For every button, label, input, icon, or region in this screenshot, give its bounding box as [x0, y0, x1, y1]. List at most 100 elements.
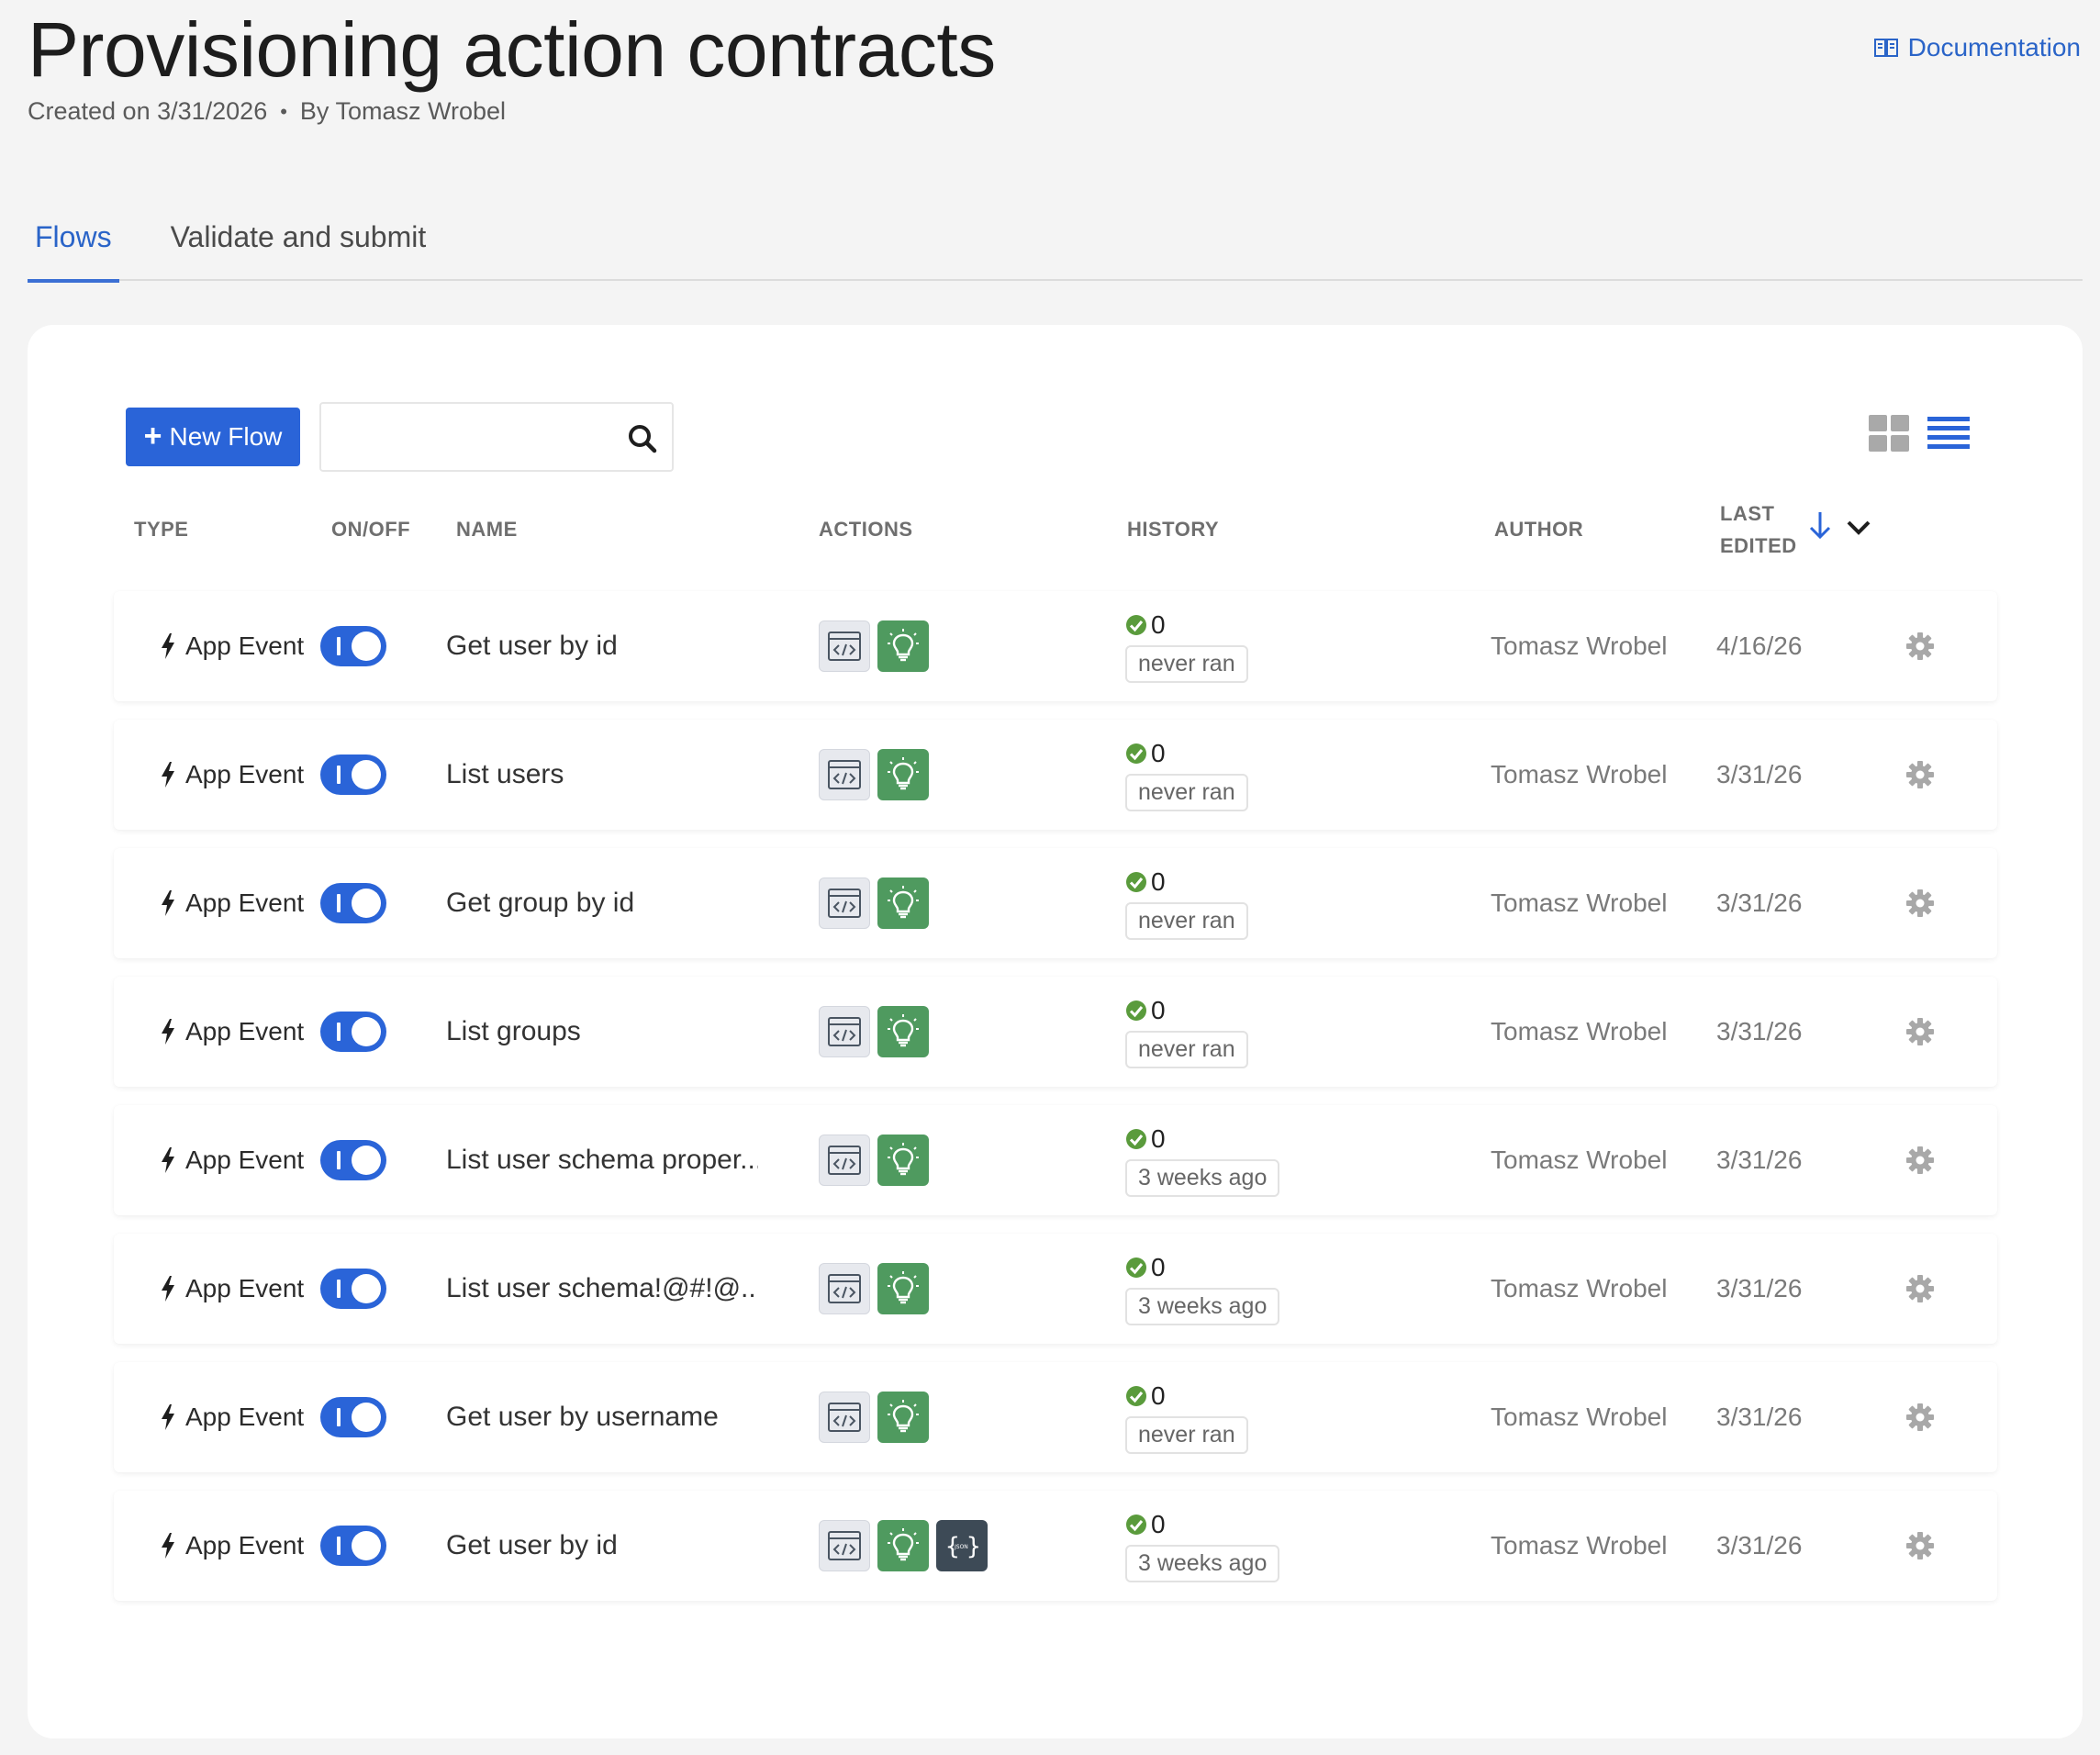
sort-descending-icon[interactable] — [1806, 509, 1834, 542]
flow-author: Tomasz Wrobel — [1491, 1017, 1668, 1045]
gear-icon[interactable] — [1905, 1146, 1935, 1175]
flow-last-edited: 3/31/26 — [1716, 1146, 1803, 1174]
flow-enabled-toggle[interactable] — [320, 883, 386, 923]
code-action-button[interactable] — [819, 749, 870, 800]
tab-validate-and-submit[interactable]: Validate and submit — [163, 193, 434, 281]
plus-icon: + — [143, 418, 162, 453]
toggle-on-mark — [337, 1280, 341, 1298]
gear-icon[interactable] — [1905, 889, 1935, 918]
bolt-icon — [162, 1404, 174, 1430]
table-row[interactable]: App Event Get user by username 0 never ran T… — [114, 1362, 1997, 1472]
flow-enabled-toggle[interactable] — [320, 1140, 386, 1180]
tab-flows[interactable]: Flows — [28, 193, 119, 283]
toggle-cell — [320, 591, 386, 701]
flow-name[interactable]: Get user by username — [446, 1362, 719, 1472]
toggle-cell — [320, 977, 386, 1087]
tab-bar: Flows Validate and submit — [28, 193, 2083, 283]
table-row[interactable]: App Event List user schema!@#!@... 0 3 week… — [114, 1234, 1997, 1344]
flow-enabled-toggle[interactable] — [320, 1269, 386, 1309]
flow-type-label: App Event — [185, 1531, 305, 1559]
lightbulb-action-button[interactable] — [877, 620, 929, 672]
check-circle-icon — [1126, 743, 1146, 764]
flow-name[interactable]: List user schema!@#!@... — [446, 1234, 758, 1344]
column-header-name[interactable]: NAME — [456, 518, 518, 542]
flow-history: 0 never ran — [1125, 848, 1248, 958]
flow-last-edited: 3/31/26 — [1716, 1274, 1803, 1302]
last-run-badge: never ran — [1125, 773, 1248, 811]
code-action-button[interactable] — [819, 878, 870, 929]
run-count: 0 — [1125, 996, 1166, 1025]
table-row[interactable]: App Event Get user by id {} JSON 0 3 weeks ag… — [114, 1491, 1997, 1601]
lightbulb-action-button[interactable] — [877, 878, 929, 929]
flow-enabled-toggle[interactable] — [320, 1397, 386, 1437]
table-row[interactable]: App Event List groups 0 never ran Tomasz Wro… — [114, 977, 1997, 1087]
check-circle-icon — [1126, 871, 1146, 892]
toggle-knob — [352, 1403, 381, 1432]
column-header-actions[interactable]: ACTIONS — [819, 518, 913, 542]
code-action-button[interactable] — [819, 1520, 870, 1571]
flow-name[interactable]: Get group by id — [446, 848, 634, 958]
gear-icon[interactable] — [1905, 632, 1935, 661]
lightbulb-action-button[interactable] — [877, 1520, 929, 1571]
flow-author: Tomasz Wrobel — [1491, 760, 1668, 788]
chevron-down-icon[interactable] — [1845, 518, 1872, 538]
flow-name[interactable]: List user schema proper... — [446, 1105, 758, 1215]
toggle-on-mark — [337, 1151, 341, 1169]
gear-icon[interactable] — [1905, 1274, 1935, 1303]
column-header-onoff[interactable]: ON/OFF — [331, 518, 410, 542]
check-circle-icon — [1126, 1257, 1146, 1278]
code-action-button[interactable] — [819, 1006, 870, 1057]
flow-type-label: App Event — [185, 1403, 305, 1431]
flow-name[interactable]: List users — [446, 720, 564, 830]
gear-icon[interactable] — [1905, 760, 1935, 789]
documentation-link[interactable]: Documentation — [1873, 33, 2081, 62]
row-settings — [1905, 848, 1935, 958]
column-header-type[interactable]: TYPE — [134, 518, 188, 542]
code-action-button[interactable] — [819, 1392, 870, 1443]
flow-name[interactable]: Get user by id — [446, 1491, 618, 1601]
flow-name[interactable]: List groups — [446, 977, 581, 1087]
gear-icon[interactable] — [1905, 1017, 1935, 1046]
list-view-icon[interactable] — [1927, 415, 1970, 452]
column-header-last-edited[interactable]: LAST EDITED — [1720, 497, 1797, 562]
flow-enabled-toggle[interactable] — [320, 626, 386, 666]
flow-enabled-toggle[interactable] — [320, 1012, 386, 1052]
gear-icon[interactable] — [1905, 1403, 1935, 1432]
flow-actions: {} JSON — [819, 1491, 988, 1601]
code-icon — [828, 1274, 861, 1303]
toggle-on-mark — [337, 637, 341, 655]
check-circle-icon — [1126, 1385, 1146, 1406]
gear-icon[interactable] — [1905, 1531, 1935, 1560]
json-action-button[interactable]: {} JSON — [936, 1520, 988, 1571]
table-row[interactable]: App Event Get user by id 0 never ran Tomasz … — [114, 591, 1997, 701]
lightbulb-action-button[interactable] — [877, 749, 929, 800]
flow-enabled-toggle[interactable] — [320, 755, 386, 795]
lightbulb-action-button[interactable] — [877, 1392, 929, 1443]
search-icon[interactable] — [626, 422, 659, 455]
grid-view-icon[interactable] — [1869, 415, 1909, 452]
row-settings — [1905, 1234, 1935, 1344]
flow-type-label: App Event — [185, 1017, 305, 1045]
code-action-button[interactable] — [819, 1135, 870, 1186]
table-row[interactable]: App Event List user schema proper... 0 3 we… — [114, 1105, 1997, 1215]
code-icon — [828, 760, 861, 789]
search-input[interactable] — [330, 413, 606, 461]
flow-name[interactable]: Get user by id — [446, 591, 618, 701]
new-flow-button[interactable]: + New Flow — [126, 408, 300, 466]
table-row[interactable]: App Event List users 0 never ran Tomasz Wrob… — [114, 720, 1997, 830]
code-action-button[interactable] — [819, 1263, 870, 1314]
column-header-author[interactable]: AUTHOR — [1494, 518, 1583, 542]
run-count-value: 0 — [1151, 1252, 1166, 1281]
flow-enabled-toggle[interactable] — [320, 1526, 386, 1566]
flow-actions — [819, 1105, 929, 1215]
column-header-history[interactable]: HISTORY — [1127, 518, 1219, 542]
row-settings — [1905, 977, 1935, 1087]
lightbulb-action-button[interactable] — [877, 1263, 929, 1314]
lightbulb-action-button[interactable] — [877, 1006, 929, 1057]
code-action-button[interactable] — [819, 620, 870, 672]
flow-history: 0 never ran — [1125, 1362, 1248, 1472]
flow-history: 0 3 weeks ago — [1125, 1234, 1280, 1344]
run-count: 0 — [1125, 1381, 1166, 1411]
table-row[interactable]: App Event Get group by id 0 never ran Tomasz… — [114, 848, 1997, 958]
lightbulb-action-button[interactable] — [877, 1135, 929, 1186]
